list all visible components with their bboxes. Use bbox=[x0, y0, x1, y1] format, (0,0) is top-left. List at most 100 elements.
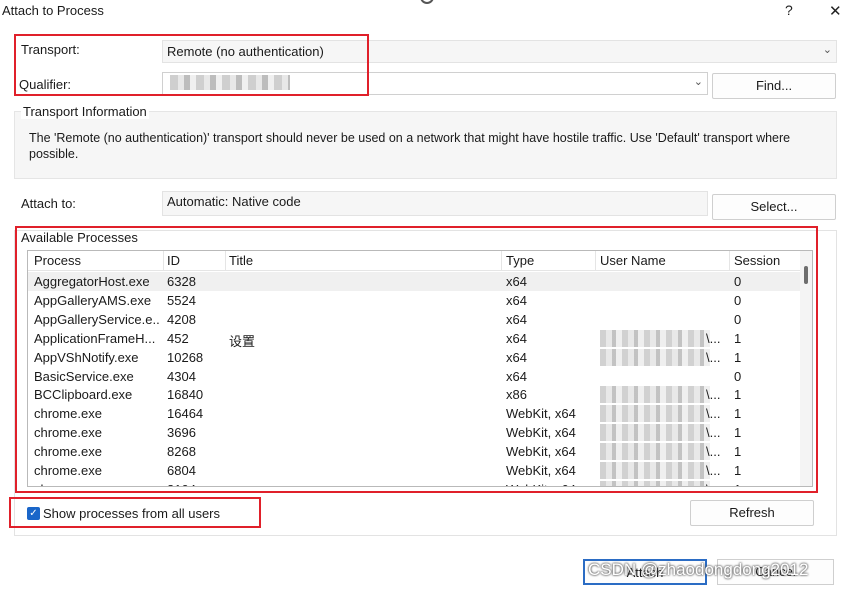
cell-user-name: \... bbox=[706, 463, 721, 478]
table-row[interactable]: ApplicationFrameH... 452 设置 x64 \... 1 bbox=[28, 329, 800, 349]
refresh-button[interactable]: Refresh bbox=[690, 500, 814, 526]
redacted-user-name bbox=[600, 462, 710, 479]
redacted-user-name bbox=[600, 386, 710, 404]
cell-id: 4304 bbox=[167, 368, 196, 384]
transport-label: Transport: bbox=[21, 42, 80, 57]
cell-id: 10268 bbox=[167, 349, 204, 365]
cell-session: 1 bbox=[734, 387, 742, 403]
cell-type: WebKit, x64 bbox=[506, 482, 594, 486]
transport-value: Remote (no authentication) bbox=[167, 44, 324, 59]
cell-process: chrome.exe bbox=[34, 463, 102, 478]
cell-session: 0 bbox=[734, 368, 742, 384]
cell-type: x64 bbox=[506, 311, 527, 327]
show-all-users-label[interactable]: Show processes from all users bbox=[43, 506, 220, 521]
transport-info-title: Transport Information bbox=[21, 104, 149, 119]
cell-type: x64 bbox=[506, 349, 527, 365]
cell-user-name: \... bbox=[706, 406, 721, 422]
cell-session: 1 bbox=[734, 444, 742, 460]
find-button[interactable]: Find... bbox=[712, 73, 836, 99]
table-row[interactable]: chrome.exe 6804 WebKit, x64 \... 1 bbox=[28, 461, 800, 480]
attach-to-value: Automatic: Native code bbox=[167, 194, 301, 209]
cell-type: x64 bbox=[506, 330, 527, 346]
cell-process: AppVShNotify.exe bbox=[34, 349, 139, 365]
cell-id: 5524 bbox=[167, 292, 196, 308]
cell-user-name: \... bbox=[706, 425, 721, 441]
cell-session: 0 bbox=[734, 274, 742, 289]
column-header-session[interactable]: Session bbox=[730, 253, 780, 271]
cell-type: WebKit, x64 bbox=[506, 463, 576, 478]
cell-process: BCClipboard.exe bbox=[34, 387, 133, 403]
cell-id: 8268 bbox=[167, 444, 196, 460]
cell-user-name: \... bbox=[706, 482, 730, 486]
attach-to-label: Attach to: bbox=[21, 196, 76, 211]
cell-session: 1 bbox=[734, 406, 742, 422]
table-row[interactable]: AppVShNotify.exe 10268 x64 \... 1 bbox=[28, 348, 800, 367]
cell-session: 1 bbox=[734, 349, 742, 365]
redacted-user-name bbox=[600, 329, 710, 347]
scrollbar-thumb[interactable] bbox=[804, 266, 808, 284]
redacted-user-name bbox=[600, 424, 710, 442]
column-header-id[interactable]: ID bbox=[163, 253, 180, 271]
cell-id: 8104 bbox=[167, 482, 222, 486]
cell-session: 0 bbox=[734, 292, 742, 308]
cell-id: 452 bbox=[167, 330, 189, 346]
redacted-user-name bbox=[600, 443, 710, 461]
cell-process: ApplicationFrameH... bbox=[34, 330, 156, 346]
table-header: Process ID Title Type User Name Session bbox=[28, 251, 800, 271]
qualifier-label: Qualifier: bbox=[19, 77, 72, 92]
table-row[interactable]: chrome.exe 16464 WebKit, x64 \... 1 bbox=[28, 404, 800, 423]
cell-type: x64 bbox=[506, 368, 527, 384]
column-header-type[interactable]: Type bbox=[502, 253, 534, 271]
close-button[interactable]: ✕ bbox=[829, 2, 842, 20]
cell-id: 16840 bbox=[167, 387, 204, 403]
show-all-users-checkbox[interactable]: ✓ bbox=[27, 507, 40, 520]
cell-process: BasicService.exe bbox=[34, 368, 134, 384]
cell-user-name: \... bbox=[706, 349, 721, 365]
cell-process: chrome.exe bbox=[34, 406, 102, 422]
cell-id: 6804 bbox=[167, 463, 196, 478]
table-row[interactable]: AppGalleryService.e... 4208 x64 0 bbox=[28, 310, 800, 329]
transport-dropdown[interactable]: Remote (no authentication) ⌄ bbox=[162, 40, 837, 63]
available-processes-title: Available Processes bbox=[21, 230, 138, 245]
cell-type: WebKit, x64 bbox=[506, 406, 576, 422]
column-header-process[interactable]: Process bbox=[30, 253, 81, 271]
help-button[interactable]: ? bbox=[785, 2, 793, 18]
redacted-user-name bbox=[600, 348, 710, 366]
cell-process: AppGalleryService.e... bbox=[34, 311, 160, 327]
chevron-down-icon: ⌄ bbox=[693, 76, 703, 88]
cell-user-name: \... bbox=[706, 387, 721, 403]
cell-process: AppGalleryAMS.exe bbox=[34, 292, 152, 308]
redacted-user-name bbox=[600, 480, 710, 486]
cell-type: x64 bbox=[506, 292, 527, 308]
table-row[interactable]: chrome.exe 3696 WebKit, x64 \... 1 bbox=[28, 423, 800, 442]
cell-id: 4208 bbox=[167, 311, 196, 327]
cell-process: chrome.exe bbox=[34, 482, 160, 486]
table-row[interactable]: BasicService.exe 4304 x64 0 bbox=[28, 367, 800, 386]
select-button[interactable]: Select... bbox=[712, 194, 836, 220]
cell-type: x86 bbox=[506, 387, 527, 403]
watermark: CSDN @zhaodongdong2012 bbox=[588, 560, 809, 579]
cell-id: 3696 bbox=[167, 425, 196, 441]
cell-type: x64 bbox=[506, 274, 527, 289]
cell-id: 16464 bbox=[167, 406, 204, 422]
window-title: Attach to Process bbox=[2, 3, 104, 18]
chevron-down-icon: ⌄ bbox=[822, 44, 832, 56]
cell-type: WebKit, x64 bbox=[506, 425, 576, 441]
vertical-scrollbar[interactable] bbox=[800, 251, 812, 486]
cell-type: WebKit, x64 bbox=[506, 444, 576, 460]
decorative-mark bbox=[420, 0, 434, 4]
column-header-user-name[interactable]: User Name bbox=[596, 253, 666, 271]
table-row[interactable]: AppGalleryAMS.exe 5524 x64 0 bbox=[28, 291, 800, 310]
cell-process: chrome.exe bbox=[34, 425, 102, 441]
redacted-qualifier-value bbox=[170, 75, 290, 90]
attach-to-field: Automatic: Native code bbox=[162, 191, 708, 216]
column-header-title[interactable]: Title bbox=[225, 253, 253, 271]
cell-session: 1 bbox=[734, 482, 794, 486]
table-row[interactable]: chrome.exe 8268 WebKit, x64 \... 1 bbox=[28, 442, 800, 461]
table-row[interactable]: AggregatorHost.exe 6328 x64 0 bbox=[28, 272, 800, 291]
table-row[interactable]: BCClipboard.exe 16840 x86 \... 1 bbox=[28, 385, 800, 404]
process-table[interactable]: Process ID Title Type User Name Session … bbox=[27, 250, 813, 487]
table-row[interactable]: chrome.exe 8104 WebKit, x64 \... 1 bbox=[28, 480, 800, 486]
cell-process: chrome.exe bbox=[34, 444, 102, 460]
cell-session: 1 bbox=[734, 425, 742, 441]
